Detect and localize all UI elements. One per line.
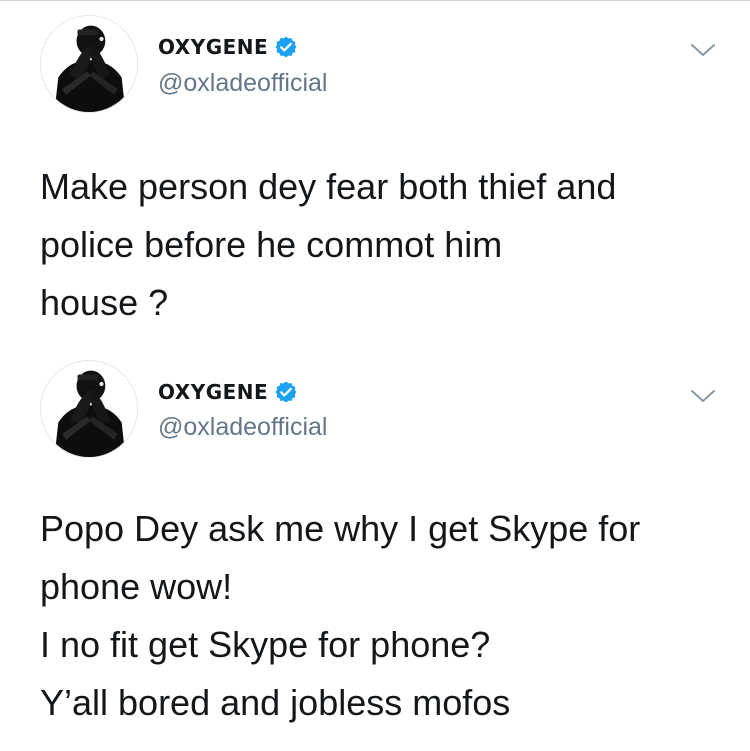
chevron-down-icon[interactable]	[690, 42, 716, 58]
tweet-text-line: house ?	[40, 282, 169, 323]
author-name-row[interactable]: OXYGENE	[158, 379, 298, 405]
chevron-down-icon[interactable]	[690, 388, 716, 404]
author-handle[interactable]: @oxladeofficial	[158, 412, 327, 442]
tweet-text-line: Popo Dey ask me why I get Skype for	[40, 508, 641, 549]
tweet-text-line: phone wow!	[40, 566, 233, 607]
avatar[interactable]	[40, 15, 138, 113]
display-name[interactable]: OXYGENE	[158, 379, 268, 405]
tweet-text: Make person dey fear both thief and poli…	[40, 158, 720, 332]
avatar[interactable]	[40, 360, 138, 458]
verified-badge-icon	[274, 380, 298, 404]
tweet-text-line: Make person dey fear both thief and	[40, 166, 617, 207]
verified-badge-icon	[274, 35, 298, 59]
tweet-text-line: police before he commot him	[40, 224, 503, 265]
tweet-text-line: I no fit get Skype for phone?	[40, 624, 491, 665]
tweet-text: Popo Dey ask me why I get Skype for phon…	[40, 500, 720, 732]
avatar-photo-icon	[41, 16, 137, 112]
avatar-photo-icon	[41, 361, 137, 457]
author-handle[interactable]: @oxladeofficial	[158, 68, 327, 98]
tweet[interactable]: OXYGENE @oxladeofficial Popo Dey ask me …	[0, 360, 750, 751]
tweet-text-line: Y’all bored and jobless mofos	[40, 682, 511, 723]
tweet[interactable]: OXYGENE @oxladeofficial Make person dey …	[0, 0, 750, 360]
author-name-row[interactable]: OXYGENE	[158, 34, 298, 60]
display-name[interactable]: OXYGENE	[158, 34, 268, 60]
